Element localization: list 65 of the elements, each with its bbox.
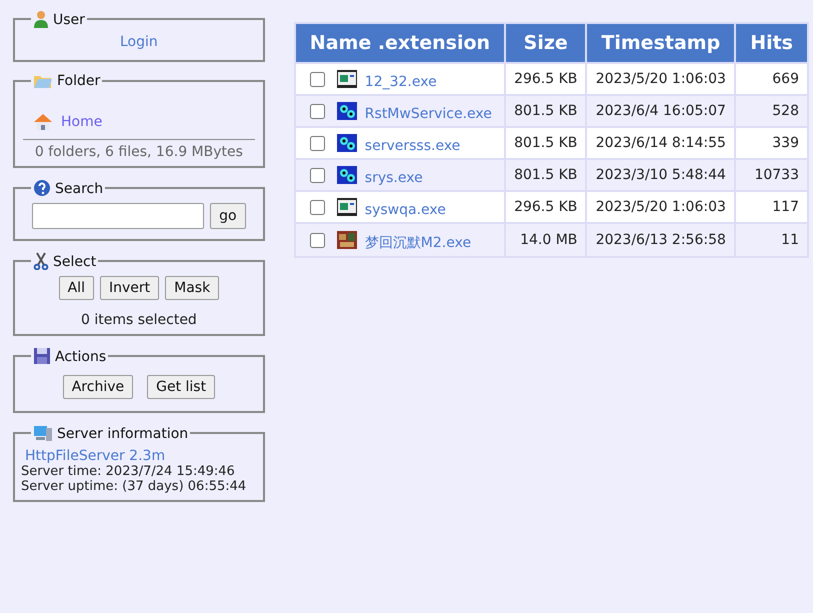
size-cell: 296.5 KB [506, 64, 586, 94]
panel-title: Actions [55, 349, 106, 365]
user-icon [33, 10, 49, 28]
gears-icon [336, 134, 357, 152]
panel-title: Folder [57, 73, 100, 89]
panel-title: User [53, 12, 85, 28]
select-button[interactable]: All [58, 276, 94, 300]
timestamp-cell: 2023/6/4 16:05:07 [587, 96, 734, 126]
row-checkbox[interactable] [310, 232, 325, 248]
panel-title: Server information [57, 426, 188, 442]
row-checkbox[interactable] [310, 104, 325, 118]
size-cell: 801.5 KB [506, 128, 586, 158]
selection-status: 0 items selected [80, 312, 198, 328]
panel-title: Search [55, 181, 104, 197]
gears-icon [336, 166, 357, 184]
hits-cell: 528 [736, 96, 807, 126]
program-window-icon [336, 198, 357, 216]
size-cell: 296.5 KB [506, 192, 586, 222]
folder-summary: 0 folders, 6 files, 16.9 MBytes [34, 144, 244, 160]
file-link[interactable]: 梦回沉默M2.exe [364, 234, 472, 252]
hits-cell: 339 [736, 128, 807, 158]
server-info-line: Server time: 2023/7/24 15:49:46 [21, 464, 236, 479]
hits-cell: 11 [736, 224, 807, 256]
row-checkbox[interactable] [310, 168, 325, 182]
row-checkbox[interactable] [310, 200, 325, 214]
action-button[interactable]: Get list [147, 375, 216, 399]
home-link[interactable]: Home [61, 114, 102, 130]
file-link[interactable]: syswqa.exe [364, 202, 446, 218]
row-checkbox[interactable] [310, 136, 325, 150]
program-window-icon [336, 70, 357, 88]
select-button[interactable]: Mask [165, 276, 220, 300]
row-checkbox[interactable] [310, 72, 325, 86]
timestamp-cell: 2023/5/20 1:06:03 [587, 192, 734, 222]
action-button[interactable]: Archive [62, 375, 134, 399]
house-icon [33, 113, 53, 131]
file-link[interactable]: srys.exe [364, 170, 423, 186]
size-cell: 14.0 MB [506, 224, 586, 256]
size-cell: 801.5 KB [506, 160, 586, 190]
computer-icon [33, 424, 53, 442]
search-field[interactable] [32, 203, 204, 229]
folder-icon [33, 73, 53, 89]
server-version-link[interactable]: HttpFileServer 2.3m [25, 448, 255, 464]
timestamp-cell: 2023/3/10 5:48:44 [587, 160, 734, 190]
help-icon [33, 179, 51, 197]
timestamp-cell: 2023/5/20 1:06:03 [587, 64, 734, 94]
timestamp-cell: 2023/6/14 8:14:55 [587, 128, 734, 158]
select-button[interactable]: Invert [100, 276, 160, 300]
hits-cell: 10733 [736, 160, 807, 190]
column-header[interactable]: Timestamp [587, 24, 734, 62]
file-link[interactable]: 12_32.exe [364, 74, 437, 90]
panel-title: Select [53, 254, 96, 270]
server-info-line: Server uptime: (37 days) 06:55:44 [21, 479, 248, 494]
column-header[interactable]: Name .extension [296, 24, 504, 62]
hits-cell: 669 [736, 64, 807, 94]
file-link[interactable]: serversss.exe [364, 138, 460, 154]
scissors-icon [33, 252, 49, 270]
gears-icon [336, 102, 357, 120]
size-cell: 801.5 KB [506, 96, 586, 126]
timestamp-cell: 2023/6/13 2:56:58 [587, 224, 734, 256]
file-link[interactable]: RstMwService.exe [364, 106, 492, 122]
go-button[interactable]: go [210, 203, 246, 229]
login-link[interactable]: Login [120, 34, 158, 50]
hits-cell: 117 [736, 192, 807, 222]
column-header[interactable]: Hits [736, 24, 807, 62]
column-header[interactable]: Size [506, 24, 586, 62]
